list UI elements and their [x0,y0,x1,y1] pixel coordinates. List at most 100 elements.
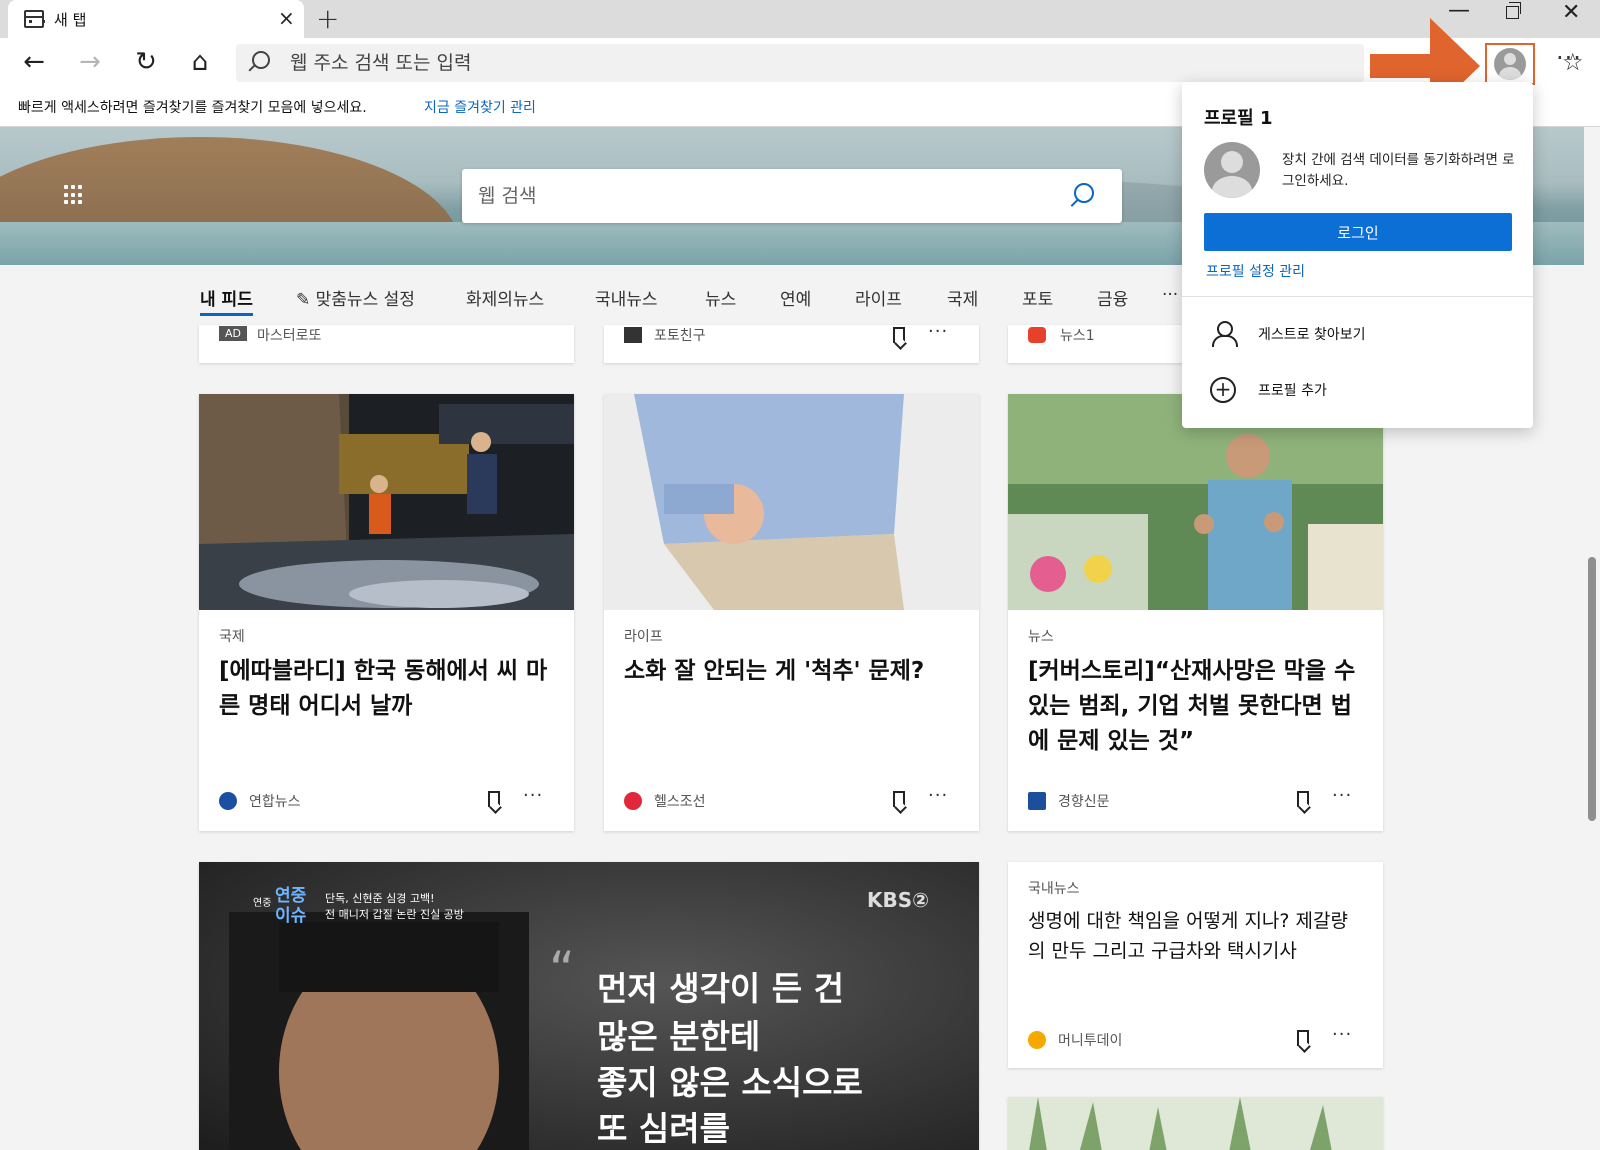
card-partial[interactable]: 포토친구 ··· [604,321,979,363]
bookmark-icon[interactable] [488,791,500,807]
tab-finance[interactable]: 금융 [1097,285,1128,310]
tab-custom-news[interactable]: ✎ 맞춤뉴스 설정 [296,285,415,310]
add-profile-label: 프로필 추가 [1258,383,1327,399]
toolbar: ← → ↻ ⌂ ☆ ··· [0,38,1600,88]
profile-avatar-icon [1494,48,1526,80]
card-source: 헬스조선 [654,794,706,810]
card-partial[interactable]: AD 마스터로또 [199,325,574,363]
tab-new-tab[interactable]: 새 탭 × [8,0,304,38]
title-bar: 새 탭 × + — ✕ [0,0,1600,38]
video-headline-line2: 전 매니저 갑질 논란 진실 공방 [325,908,464,921]
card-more-icon[interactable]: ··· [1332,785,1352,806]
bookmark-icon[interactable] [893,327,905,343]
card-more-icon[interactable]: ··· [1332,1024,1352,1045]
login-button[interactable]: 로그인 [1204,213,1512,251]
source-logo-icon [219,792,237,810]
source-logo-icon [624,327,642,343]
ad-badge: AD [219,326,247,341]
card-partial[interactable]: 뉴스1 [1008,325,1183,363]
forward-button[interactable]: → [70,44,110,80]
web-search-input[interactable] [478,169,1038,223]
news-card[interactable]: 국제 [에따블라디] 한국 동해에서 씨 마른 명태 어디서 날까 연합뉴스 ·… [199,394,574,831]
tab-world[interactable]: 국제 [947,285,978,310]
show-tag-small: 연중 [253,898,272,909]
source-logo-icon [624,792,642,810]
browse-as-guest-item[interactable]: 게스트로 찾아보기 [1182,309,1533,359]
tab-title: 새 탭 [54,11,87,29]
bookmark-icon[interactable] [893,791,905,807]
card-source: 머니투데이 [1058,1033,1123,1049]
scrollbar-thumb[interactable] [1588,557,1596,821]
news-card[interactable] [1008,1097,1383,1150]
card-more-icon[interactable]: ··· [928,321,948,342]
quote-mark: “ [549,941,575,999]
tab-news[interactable]: 뉴스 [705,285,736,310]
tab-life[interactable]: 라이프 [855,285,902,310]
video-quote-line: 또 심려를 [597,1109,730,1148]
card-category: 국제 [219,629,245,645]
card-category: 국내뉴스 [1028,881,1080,897]
manage-profile-settings-link[interactable]: 프로필 설정 관리 [1206,261,1305,281]
tab-my-feed[interactable]: 내 피드 [200,285,253,316]
profile-flyout: 프로필 1 장치 간에 검색 데이터를 동기화하려면 로그인하세요. 로그인 프… [1182,82,1533,428]
source-logo-icon [1028,327,1046,343]
card-title[interactable]: 소화 잘 안되는 게 '척추' 문제? [624,654,961,689]
card-source: 포토친구 [654,328,706,344]
tab-domestic[interactable]: 국내뉴스 [595,285,658,310]
source-logo-icon [1028,1031,1046,1049]
page-scrollbar[interactable] [1584,127,1600,1150]
news-card[interactable]: 국내뉴스 생명에 대한 책임을 어떻게 지나? 제갈량의 만두 그리고 구급차와… [1008,862,1383,1068]
plus-icon: + [1210,377,1236,403]
card-more-icon[interactable]: ··· [928,785,948,806]
tab-close-button[interactable]: × [278,6,295,30]
tab-trending[interactable]: 화제의뉴스 [466,285,544,310]
refresh-button[interactable]: ↻ [126,44,166,80]
tab-page-icon [24,10,45,28]
browse-as-guest-label: 게스트로 찾아보기 [1258,327,1366,343]
manage-favorites-link[interactable]: 지금 즐겨찾기 관리 [424,97,536,117]
profile-button[interactable] [1485,43,1535,85]
guest-icon [1212,321,1238,347]
address-input[interactable] [290,44,1290,82]
tab-more[interactable]: ··· [1162,285,1178,305]
news-card[interactable]: 라이프 소화 잘 안되는 게 '척추' 문제? 헬스조선 ··· [604,394,979,831]
sync-message: 장치 간에 검색 데이터를 동기화하려면 로그인하세요. [1282,152,1515,189]
video-thumbnail [199,862,979,1150]
card-title[interactable]: 생명에 대한 책임을 어떻게 지나? 제갈량의 만두 그리고 구급차와 택시기사 [1028,906,1365,966]
profile-avatar-icon [1204,142,1260,198]
web-search-box[interactable] [462,169,1122,223]
maximize-button[interactable] [1506,2,1521,19]
window-close-button[interactable]: ✕ [1562,0,1580,25]
card-category: 라이프 [624,629,663,645]
card-image [199,394,574,610]
show-tag: 연중 이슈 [275,886,307,926]
bookmark-icon[interactable] [1297,791,1309,807]
video-headline-line1: 단독, 신현준 심경 고백! [325,892,435,905]
card-title[interactable]: [커버스토리]“산재사망은 막을 수 있는 범죄, 기업 처벌 못한다면 법에 … [1028,654,1365,759]
favorites-bar-message: 빠르게 액세스하려면 즐겨찾기를 즐겨찾기 모음에 넣으세요. [18,100,367,116]
card-source: 마스터로또 [257,328,322,344]
address-bar[interactable]: ☆ [236,44,1584,82]
search-icon[interactable] [1074,183,1094,203]
more-icon[interactable]: ··· [1556,44,1582,72]
video-quote-line: 좋지 않은 소식으로 [597,1063,863,1102]
card-more-icon[interactable]: ··· [523,785,543,806]
video-quote-line: 많은 분한테 [597,1017,761,1056]
video-card[interactable]: 연중 연중 이슈 단독, 신현준 심경 고백! 전 매니저 갑질 논란 진실 공… [199,862,979,1150]
tab-entertainment[interactable]: 연예 [780,285,811,310]
pencil-icon: ✎ [296,290,311,310]
add-profile-item[interactable]: + 프로필 추가 [1182,365,1533,415]
back-button[interactable]: ← [14,44,54,80]
search-icon [252,51,270,69]
news-card[interactable]: 뉴스 [커버스토리]“산재사망은 막을 수 있는 범죄, 기업 처벌 못한다면 … [1008,394,1383,831]
video-quote-line: 먼저 생각이 든 건 [597,969,844,1008]
card-source: 경향신문 [1058,794,1110,810]
home-button[interactable]: ⌂ [180,44,220,80]
bookmark-icon[interactable] [1297,1030,1309,1046]
tab-photo[interactable]: 포토 [1022,285,1053,310]
new-tab-button[interactable]: + [316,2,339,35]
card-category: 뉴스 [1028,629,1054,645]
card-title[interactable]: [에따블라디] 한국 동해에서 씨 마른 명태 어디서 날까 [219,654,556,724]
source-logo-icon [1028,792,1046,810]
waffle-icon[interactable] [64,185,84,205]
